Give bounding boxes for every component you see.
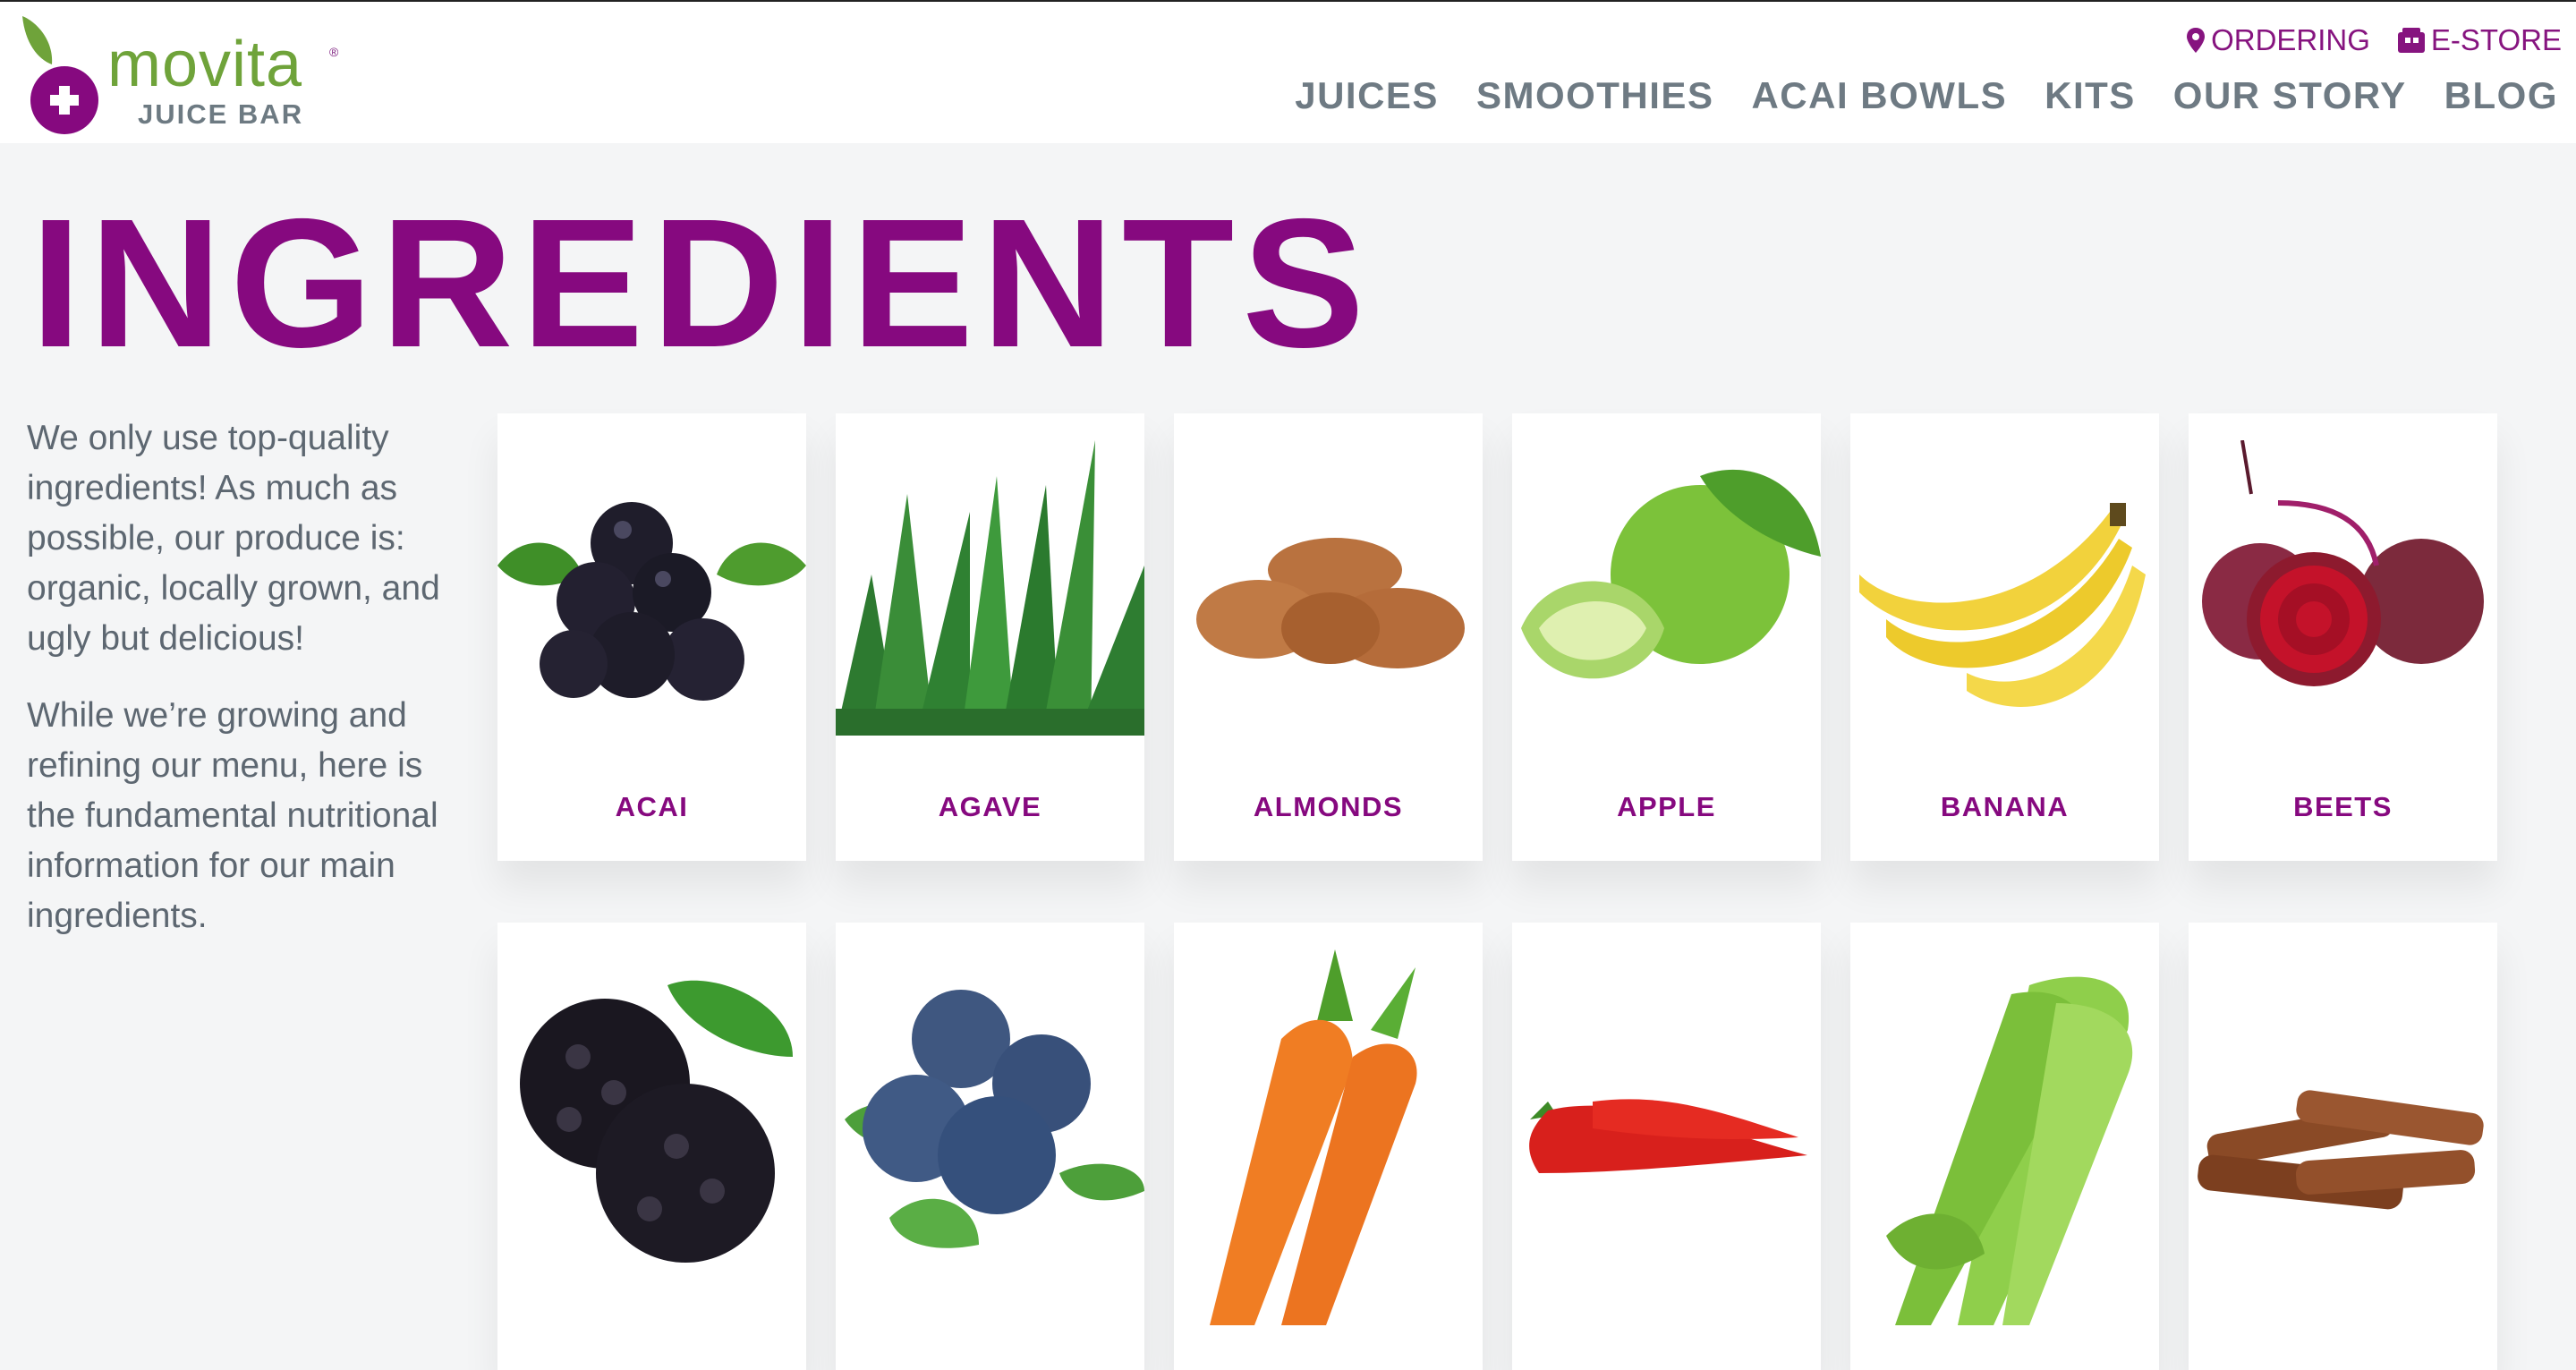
e-store-label: E-STORE [2430,23,2562,56]
utility-nav: ORDERING E-STORE [2186,25,2562,55]
ingredient-label-banana: BANANA [1940,791,2070,822]
ingredient-card-peppers[interactable] [1512,923,1821,1370]
ingredient-grid: ACAI AGAVE ALMONDS APPLE BANANA BEETS [497,413,2497,1370]
beets-image [2189,440,2497,736]
ingredient-card-acai[interactable]: ACAI [497,413,806,861]
ingredient-card-beets[interactable]: BEETS [2189,413,2497,861]
ordering-label: ORDERING [2211,23,2370,56]
ingredient-card-almonds[interactable]: ALMONDS [1174,413,1483,861]
ingredient-label-agave: AGAVE [938,791,1042,822]
intro-text: We only use top-quality ingredients! As … [27,413,474,968]
almonds-image [1174,440,1483,736]
carrots-image [1174,949,1483,1325]
banana-image [1850,440,2159,736]
ingredient-card-banana[interactable]: BANANA [1850,413,2159,861]
celery-image [1850,949,2159,1325]
ingredient-card-blackberry[interactable] [497,923,806,1370]
blackberry-image [497,949,806,1325]
nav-our-story[interactable]: OUR STORY [2173,77,2407,115]
ingredient-label-beets: BEETS [2293,791,2393,822]
apple-image [1512,440,1821,736]
ingredient-card-cinnamon[interactable] [2189,923,2497,1370]
cinnamon-image [2189,949,2497,1325]
map-pin-icon [2187,27,2206,53]
page-title: INGREDIENTS [30,181,1373,386]
main-nav: JUICES SMOOTHIES ACAI BOWLS KITS OUR STO… [1295,77,2558,115]
nav-smoothies[interactable]: SMOOTHIES [1476,77,1714,115]
ingredient-card-carrots[interactable] [1174,923,1483,1370]
nav-blog[interactable]: BLOG [2444,77,2558,115]
nav-juices[interactable]: JUICES [1295,77,1439,115]
intro-paragraph-1: We only use top-quality ingredients! As … [27,419,440,658]
brand-name: movita [107,29,303,100]
nav-kits[interactable]: KITS [2045,77,2136,115]
blueberries-image [836,949,1144,1325]
agave-image [836,440,1144,736]
intro-paragraph-2: While we’re growing and refining our men… [27,696,438,935]
site-header: movita ® JUICE BAR ORDERING E-STORE JUIC… [0,2,2576,143]
peppers-image [1512,949,1821,1325]
brand-subtitle: JUICE BAR [138,98,304,130]
ingredient-card-celery[interactable] [1850,923,2159,1370]
ingredient-label-apple: APPLE [1617,791,1716,822]
logo-plus-icon [22,16,98,134]
store-icon [2397,27,2425,53]
acai-image [497,440,806,736]
e-store-link[interactable]: E-STORE [2397,25,2562,55]
ordering-link[interactable]: ORDERING [2186,25,2370,55]
ingredient-label-acai: ACAI [615,791,689,822]
nav-acai-bowls[interactable]: ACAI BOWLS [1751,77,2007,115]
ingredient-label-almonds: ALMONDS [1253,791,1404,822]
ingredient-card-blueberries[interactable] [836,923,1144,1370]
brand-logo[interactable]: movita ® JUICE BAR [18,13,358,138]
registered-mark: ® [329,45,339,59]
ingredient-card-apple[interactable]: APPLE [1512,413,1821,861]
ingredient-card-agave[interactable]: AGAVE [836,413,1144,861]
